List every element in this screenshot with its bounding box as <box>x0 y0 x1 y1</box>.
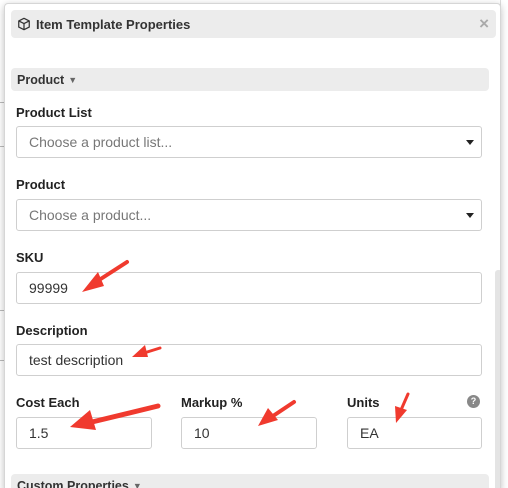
section-product-label: Product <box>17 72 65 87</box>
background-right-edge <box>500 0 508 488</box>
dialog-titlebar: Item Template Properties × <box>11 10 496 38</box>
units-value: EA <box>360 425 379 441</box>
description-input[interactable]: test description <box>16 344 482 376</box>
product-label: Product <box>16 177 66 192</box>
units-label: Units <box>347 395 380 410</box>
product-list-select[interactable]: Choose a product list... <box>16 126 482 158</box>
cost-each-label: Cost Each <box>16 395 80 410</box>
units-input[interactable]: EA <box>347 417 482 449</box>
cube-icon <box>18 17 30 31</box>
markup-value: 10 <box>194 425 210 441</box>
product-list-placeholder: Choose a product list... <box>29 134 173 150</box>
caret-down-icon <box>466 140 474 145</box>
sku-label: SKU <box>16 250 44 265</box>
chevron-down-icon: ▼ <box>68 74 78 85</box>
caret-down-icon <box>466 213 474 218</box>
scrollbar-thumb[interactable] <box>495 270 500 488</box>
section-custom-properties-label: Custom Properties <box>17 478 129 488</box>
dialog-title: Item Template Properties <box>36 16 191 32</box>
product-list-label: Product List <box>16 105 92 120</box>
close-icon[interactable]: × <box>479 15 489 32</box>
chevron-down-icon: ▼ <box>132 480 142 488</box>
cost-each-input[interactable]: 1.5 <box>16 417 152 449</box>
section-product-toggle[interactable]: Product ▼ <box>11 68 489 91</box>
section-custom-properties-toggle[interactable]: Custom Properties ▼ <box>11 474 489 488</box>
description-value: test description <box>29 352 124 368</box>
product-placeholder: Choose a product... <box>29 207 152 223</box>
description-label: Description <box>16 323 88 338</box>
sku-input[interactable]: 99999 <box>16 272 482 304</box>
sku-value: 99999 <box>29 280 68 296</box>
markup-label: Markup % <box>181 395 243 410</box>
cost-each-value: 1.5 <box>29 425 49 441</box>
help-icon[interactable]: ? <box>467 395 480 408</box>
markup-input[interactable]: 10 <box>181 417 317 449</box>
product-select[interactable]: Choose a product... <box>16 199 482 231</box>
item-template-dialog: Item Template Properties × Product ▼ Pro… <box>4 3 501 488</box>
